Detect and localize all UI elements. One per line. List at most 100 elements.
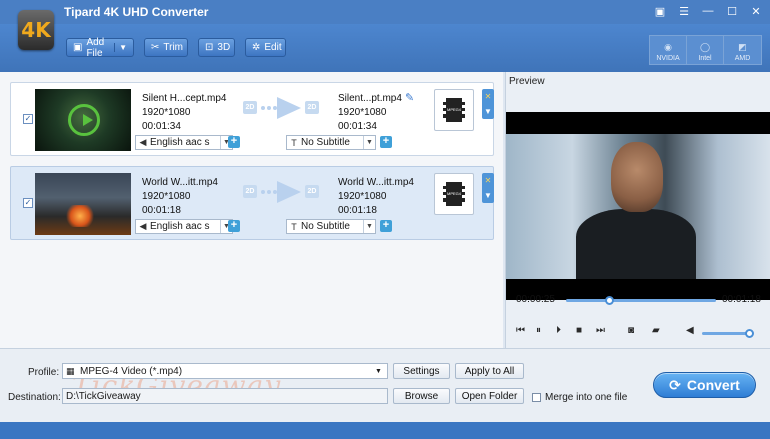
film-icon: MPEG4 — [443, 98, 465, 122]
nvidia-label: NVIDIA — [656, 55, 680, 62]
convert-button[interactable]: ⟳ Convert — [653, 372, 756, 398]
preview-frame-image — [506, 134, 770, 279]
minimize-icon[interactable]: — — [700, 3, 716, 19]
preview-face — [611, 142, 663, 212]
settings-button[interactable]: Settings — [393, 363, 450, 379]
profile-label: Profile: — [28, 367, 60, 378]
video-thumbnail[interactable] — [35, 173, 131, 235]
chevron-down-icon[interactable]: ▼ — [484, 107, 492, 116]
file-row[interactable]: ✓ World W...itt.mp4 1920*1080 00:01:18 2… — [10, 166, 494, 240]
chevron-down-icon[interactable]: ▼ — [363, 220, 375, 233]
app-logo: 4K — [18, 10, 54, 50]
nvidia-icon: ◉ — [664, 42, 672, 52]
audio-track-value: English aac s — [150, 221, 210, 232]
source-2d-badge: 2D — [243, 101, 257, 114]
intel-icon: ◯ — [699, 42, 711, 52]
source-duration: 00:01:34 — [142, 121, 181, 132]
edit-label: Edit — [264, 42, 282, 53]
window-controls: ▣ ☰ — ☐ ✕ — [652, 3, 764, 19]
subtitle-select[interactable]: T No Subtitle ▼ — [286, 135, 376, 150]
source-resolution: 1920*1080 — [142, 191, 191, 202]
explosion-image — [65, 205, 95, 227]
output-format-button[interactable]: MPEG4 — [434, 173, 474, 215]
volume-icon[interactable]: ◀ — [686, 325, 694, 336]
preview-video[interactable] — [506, 112, 770, 300]
profile-select[interactable]: ▦ MPEG-4 Video (*.mp4) ▼ — [62, 363, 388, 379]
arrow-right-icon — [277, 181, 301, 203]
browse-button[interactable]: Browse — [393, 388, 450, 404]
destination-field[interactable]: D:\TickGiveaway — [62, 388, 388, 404]
pencil-icon[interactable]: ✎ — [405, 91, 414, 104]
convert-arrow: 2D 2D — [243, 97, 319, 119]
source-duration: 00:01:18 — [142, 205, 181, 216]
add-audio-button[interactable]: + — [228, 136, 240, 148]
merge-label: Merge into one file — [545, 392, 628, 403]
title-bar: Tipard 4K UHD Converter ▣ ☰ — ☐ ✕ — [0, 0, 770, 24]
3d-button[interactable]: ⊡ 3D — [198, 38, 235, 57]
output-duration: 00:01:34 — [338, 121, 377, 132]
output-filename: Silent...pt.mp4 — [338, 93, 402, 104]
open-folder-button[interactable]: Open Folder — [455, 388, 524, 404]
menu-icon[interactable]: ☰ — [676, 3, 692, 19]
chevron-down-icon[interactable]: ▼ — [484, 191, 492, 200]
preview-label: Preview — [509, 76, 545, 87]
seek-slider[interactable] — [566, 299, 716, 302]
video-thumbnail[interactable] — [35, 89, 131, 151]
volume-knob[interactable] — [744, 329, 754, 338]
add-subtitle-button[interactable]: + — [380, 136, 392, 148]
trim-button[interactable]: ✂ Trim — [144, 38, 188, 57]
audio-track-select[interactable]: ◀ English aac s ▼ — [135, 219, 233, 234]
amd-badge: ◩ AMD — [724, 36, 761, 64]
preview-panel: Preview 00:00:25 00:01:18 ⏮ ⏸ ⏵ ■ ⏭ ◙ ▰ … — [505, 72, 770, 348]
feedback-icon[interactable]: ▣ — [652, 3, 668, 19]
destination-label: Destination: — [8, 392, 61, 403]
row-side-controls: ✕ ▼ — [482, 173, 494, 203]
apply-to-all-button[interactable]: Apply to All — [455, 363, 524, 379]
add-subtitle-button[interactable]: + — [380, 220, 392, 232]
chevron-down-icon[interactable]: ▼ — [363, 136, 375, 149]
player-controls: ⏮ ⏸ ⏵ ■ ⏭ ◙ ▰ ◀ — [506, 322, 770, 340]
add-file-button[interactable]: ▣ Add File ▼ — [66, 37, 134, 59]
remove-icon[interactable]: ✕ — [485, 92, 492, 101]
file-checkbox[interactable]: ✓ — [23, 198, 33, 208]
output-resolution: 1920*1080 — [338, 191, 387, 202]
add-audio-button[interactable]: + — [228, 220, 240, 232]
play-icon[interactable] — [68, 104, 100, 136]
output-duration: 00:01:18 — [338, 205, 377, 216]
merge-checkbox[interactable]: Merge into one file — [532, 392, 627, 403]
folder-icon[interactable]: ▰ — [652, 325, 660, 336]
amd-label: AMD — [734, 55, 751, 62]
skip-forward-icon[interactable]: ⏭ — [596, 325, 605, 336]
film-icon: MPEG4 — [443, 182, 465, 206]
output-resolution: 1920*1080 — [338, 107, 387, 118]
maximize-icon[interactable]: ☐ — [724, 3, 740, 19]
remove-icon[interactable]: ✕ — [485, 176, 492, 185]
toolbar: 4K ▣ Add File ▼ ✂ Trim ⊡ 3D ✲ Edit ◉ NVI… — [0, 10, 770, 72]
file-checkbox[interactable]: ✓ — [23, 114, 33, 124]
chevron-down-icon[interactable]: ▼ — [375, 368, 387, 375]
arrow-right-icon — [277, 97, 301, 119]
file-row[interactable]: ✓ Silent H...cept.mp4 1920*1080 00:01:34… — [10, 82, 494, 156]
snapshot-icon[interactable]: ◙ — [628, 325, 634, 336]
audio-track-select[interactable]: ◀ English aac s ▼ — [135, 135, 233, 150]
refresh-icon: ⟳ — [669, 376, 681, 393]
skip-back-icon[interactable]: ⏮ — [516, 325, 525, 336]
audio-track-value: English aac s — [150, 137, 210, 148]
close-icon[interactable]: ✕ — [748, 3, 764, 19]
stop-icon[interactable]: ■ — [576, 325, 582, 336]
seek-knob[interactable] — [604, 296, 614, 305]
text-icon: T — [291, 137, 297, 148]
app-window: Tipard 4K UHD Converter ▣ ☰ — ☐ ✕ 4K ▣ A… — [0, 0, 770, 439]
mp4-format-icon: ▦ — [66, 365, 75, 376]
convert-label: Convert — [686, 377, 740, 393]
fast-forward-icon[interactable]: ⏵ — [556, 325, 561, 336]
chevron-down-icon[interactable]: ▼ — [114, 43, 127, 52]
subtitle-select[interactable]: T No Subtitle ▼ — [286, 219, 376, 234]
output-format-button[interactable]: MPEG4 — [434, 89, 474, 131]
pause-icon[interactable]: ⏸ — [536, 325, 541, 336]
intel-badge: ◯ Intel — [687, 36, 724, 64]
merge-checkbox-box[interactable] — [532, 393, 541, 402]
source-2d-badge: 2D — [243, 185, 257, 198]
edit-button[interactable]: ✲ Edit — [245, 38, 286, 57]
subtitle-value: No Subtitle — [301, 221, 350, 232]
